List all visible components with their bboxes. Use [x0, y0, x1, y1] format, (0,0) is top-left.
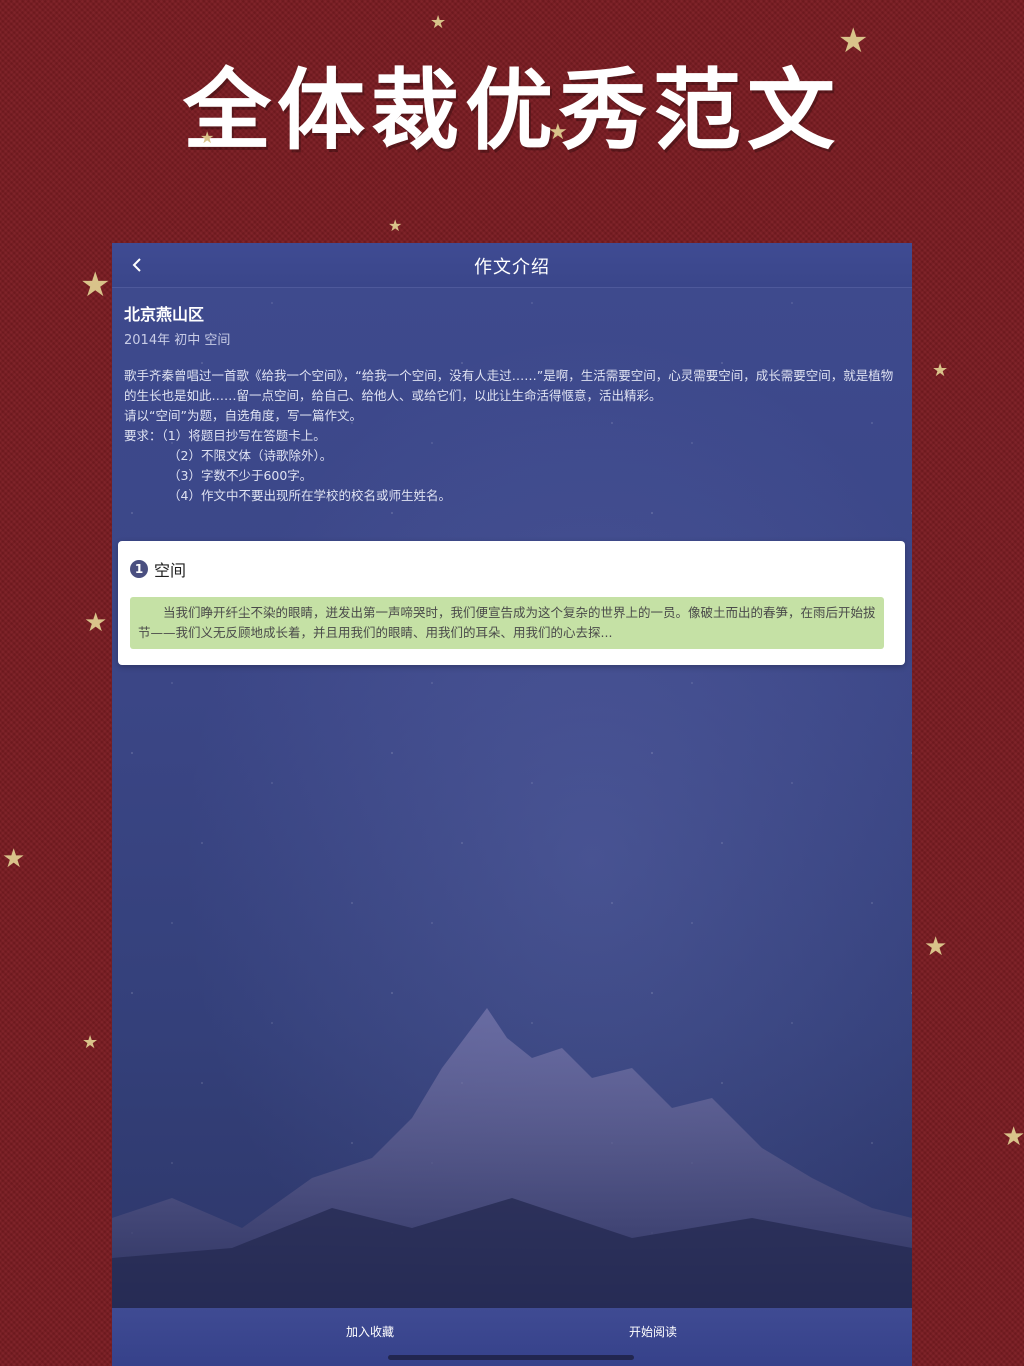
star-icon: ★ [2, 844, 26, 874]
promo-title: 全体裁优秀范文 [182, 58, 841, 162]
add-favorite-button[interactable]: 加入收藏 [290, 1320, 450, 1344]
requirements-row: 要求：（1）将题目抄写在答题卡上。 [124, 426, 900, 446]
topic-intro: 北京燕山区 2014年 初中 空间 歌手齐秦曾唱过一首歌《给我一个空间》，“给我… [124, 301, 900, 506]
nav-bar: 作文介绍 [112, 243, 912, 288]
app-screen: 作文介绍 北京燕山区 2014年 初中 空间 歌手齐秦曾唱过一首歌《给我一个空间… [112, 243, 912, 1366]
topic-meta: 2014年 初中 空间 [124, 333, 231, 348]
star-icon: ★ [200, 128, 215, 147]
star-icon: ★ [84, 608, 108, 638]
mountain-backdrop [112, 1008, 912, 1308]
start-reading-button[interactable]: 开始阅读 [573, 1320, 733, 1344]
star-icon: ★ [1002, 1122, 1024, 1152]
bottom-toolbar: 加入收藏 开始阅读 [112, 1308, 912, 1366]
requirements-label: 要求： [124, 428, 162, 443]
star-icon: ★ [838, 21, 869, 61]
page-title: 作文介绍 [474, 257, 550, 278]
essay-header: 1 空间 [130, 557, 186, 581]
essay-title: 空间 [154, 561, 187, 580]
star-icon: ★ [388, 216, 403, 235]
requirement-item: （2）不限文体（诗歌除外）。 [168, 448, 333, 463]
essay-card[interactable]: 1 空间 当我们睁开纤尘不染的眼睛，迸发出第一声啼哭时，我们便宣告成为这个复杂的… [118, 541, 905, 665]
star-icon: ★ [924, 932, 948, 962]
star-icon: ★ [82, 1032, 99, 1053]
index-badge: 1 [130, 560, 148, 578]
instruction-text: 请以“空间”为题，自选角度，写一篇作文。 [124, 408, 362, 423]
star-icon: ★ [430, 12, 447, 33]
district-label: 北京燕山区 [124, 305, 205, 324]
requirement-item: （1）将题目抄写在答题卡上。 [161, 428, 326, 443]
star-icon: ★ [932, 360, 949, 381]
essay-excerpt: 当我们睁开纤尘不染的眼睛，迸发出第一声啼哭时，我们便宣告成为这个复杂的世界上的一… [130, 597, 884, 649]
prompt-text: 歌手齐秦曾唱过一首歌《给我一个空间》，“给我一个空间，没有人走过……”是啊，生活… [124, 368, 894, 403]
home-indicator [388, 1355, 634, 1360]
requirement-item: （3）字数不少于600字。 [168, 468, 313, 483]
star-icon: ★ [548, 120, 568, 145]
star-icon: ★ [80, 265, 111, 305]
requirement-item: （4）作文中不要出现所在学校的校名或师生姓名。 [168, 488, 451, 503]
